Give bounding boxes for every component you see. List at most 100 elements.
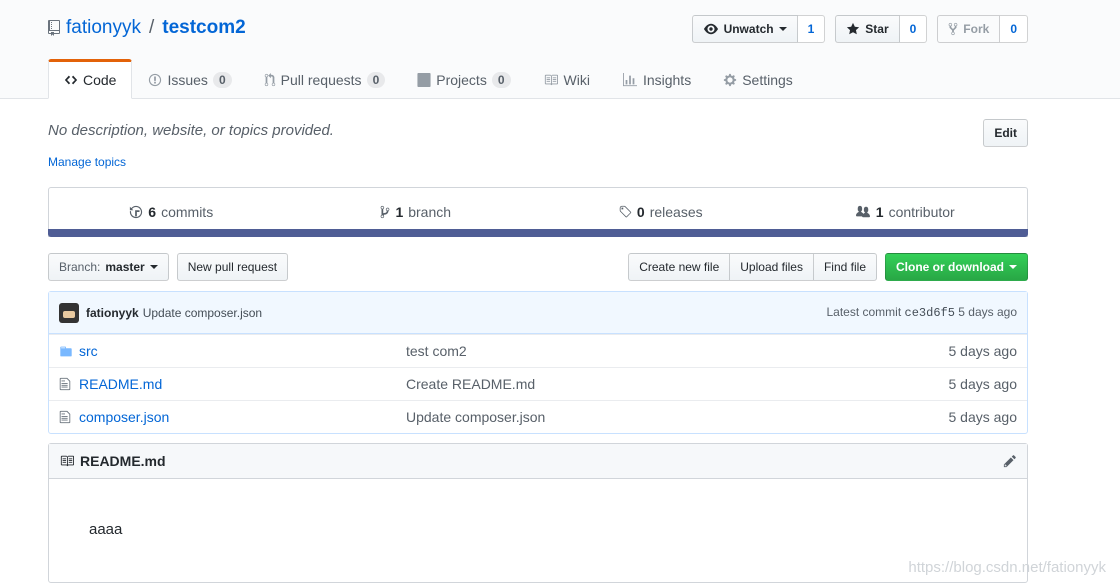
code-icon [64,75,78,85]
readme-box: README.md aaaa [48,443,1028,583]
folder-icon [60,346,72,356]
releases-count: 0 [636,204,645,220]
tab-code-label: Code [83,72,117,88]
graph-icon [622,73,637,87]
watch-group: Unwatch 1 [691,15,826,43]
tab-wiki-label: Wiki [563,72,590,88]
file-name-link[interactable]: src [79,343,406,359]
file-age: 5 days ago [948,409,1018,425]
fork-button[interactable]: Fork [937,15,1001,43]
commit-sha[interactable]: ce3d6f5 [905,306,955,320]
book-icon [60,455,74,467]
branch-label: branch [408,204,452,220]
latest-commit-info: Latest commit ce3d6f5 5 days ago [826,305,1017,320]
tab-settings-label: Settings [742,72,793,88]
edit-description-button[interactable]: Edit [983,119,1028,147]
file-commit-message[interactable]: Update composer.json [406,409,949,425]
projects-count: 0 [491,72,511,88]
forks-count[interactable]: 0 [1000,15,1028,43]
unwatch-button[interactable]: Unwatch [691,15,798,43]
star-icon [847,22,860,35]
file-icon [59,377,71,391]
new-pull-request-button[interactable]: New pull request [176,253,289,281]
commit-age: 5 days ago [958,305,1017,319]
file-commit-message[interactable]: Create README.md [406,376,949,392]
avatar[interactable] [59,302,79,323]
file-commit-message[interactable]: test com2 [406,343,949,359]
find-file-button[interactable]: Find file [812,253,877,281]
watchers-count[interactable]: 1 [797,15,826,43]
repo-actions: Unwatch 1 Star 0 Fork 0 [691,15,1028,43]
file-name-link[interactable]: composer.json [79,409,406,425]
fork-icon [948,22,958,36]
latest-commit-label: Latest commit [826,305,902,319]
history-icon [130,205,143,219]
star-label: Star [865,22,889,36]
clone-label: Clone or download [896,260,1004,274]
repo-header: fationyyk / testcom2 Unwatch 1 Star 0 Fo… [0,0,1120,99]
file-navigation: Branch: master New pull request Create n… [48,253,1028,281]
tab-wiki[interactable]: Wiki [527,59,606,99]
project-icon [417,73,431,87]
pencil-icon[interactable] [1003,454,1017,468]
branch-count: 1 [395,204,404,220]
gear-icon [724,73,737,87]
people-icon [855,205,870,218]
repo-separator: / [148,17,155,38]
file-name-link[interactable]: README.md [79,376,406,392]
book-icon [544,74,558,86]
commit-message[interactable]: Update composer.json [143,306,262,320]
repo-name-link[interactable]: testcom2 [162,17,245,39]
repo-tabs: Code Issues 0 Pull requests 0 Projects 0… [48,59,809,99]
issue-icon [149,73,162,87]
star-group: Star 0 [835,15,928,43]
branch-name: master [105,260,145,274]
commits-count: 6 [148,204,157,220]
chevron-down-icon [149,265,158,269]
eye-icon [703,23,718,35]
file-table: fationyyk Update composer.json Latest co… [48,291,1028,434]
branch-prefix: Branch: [59,260,101,274]
file-age: 5 days ago [948,343,1018,359]
watermark-text: https://blog.csdn.net/fationyyk [908,559,1106,576]
fork-group: Fork 0 [937,15,1028,43]
tab-pull-requests-label: Pull requests [280,72,362,88]
issues-count: 0 [212,72,232,88]
branch-icon [381,205,390,219]
file-actions-group: Create new file Upload files Find file [628,253,877,281]
branch-select-button[interactable]: Branch: master [48,253,169,281]
create-new-file-button[interactable]: Create new file [628,253,730,281]
table-row: src test com2 5 days ago [49,334,1027,367]
language-bar[interactable] [48,229,1028,237]
unwatch-label: Unwatch [723,22,774,36]
upload-files-button[interactable]: Upload files [729,253,813,281]
tab-pull-requests[interactable]: Pull requests 0 [248,59,402,99]
table-row: README.md Create README.md 5 days ago [49,367,1027,400]
tab-insights-label: Insights [642,72,692,88]
contributor-label: contributor [888,204,955,220]
tab-settings[interactable]: Settings [707,59,809,99]
repo-description: No description, website, or topics provi… [48,122,334,139]
commit-author[interactable]: fationyyk [86,306,139,320]
repo-owner-link[interactable]: fationyyk [66,17,141,39]
commits-label: commits [161,204,214,220]
tab-issues[interactable]: Issues 0 [132,59,247,99]
tab-code[interactable]: Code [48,59,133,99]
star-button[interactable]: Star [835,15,900,43]
clone-or-download-button[interactable]: Clone or download [885,253,1028,281]
releases-label: releases [649,204,703,220]
tab-insights[interactable]: Insights [606,59,707,99]
tag-icon [619,205,632,218]
chevron-down-icon [778,27,787,31]
readme-title: README.md [80,453,166,469]
tab-projects[interactable]: Projects 0 [401,59,526,99]
fork-label: Fork [963,22,990,36]
readme-content: aaaa [89,521,123,538]
table-row: composer.json Update composer.json 5 day… [49,400,1027,433]
manage-topics-link[interactable]: Manage topics [48,155,126,169]
tab-issues-label: Issues [167,72,208,88]
tab-projects-label: Projects [436,72,487,88]
readme-header: README.md [49,444,1027,479]
stars-count[interactable]: 0 [899,15,928,43]
latest-commit-bar: fationyyk Update composer.json Latest co… [49,292,1027,334]
